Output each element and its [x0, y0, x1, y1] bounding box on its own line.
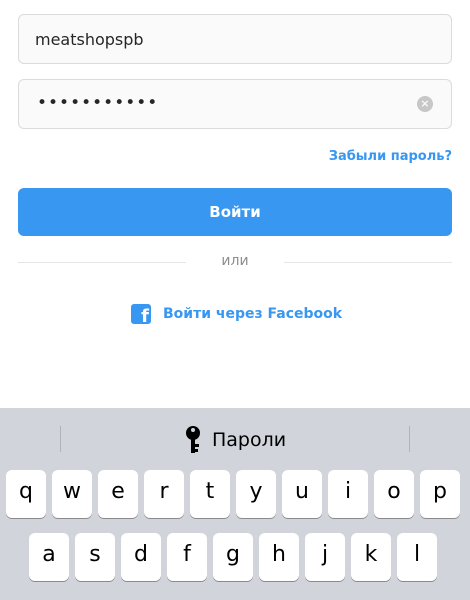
key-h[interactable]: h: [259, 533, 299, 581]
key-p[interactable]: p: [420, 470, 460, 518]
clear-icon[interactable]: ×: [417, 96, 433, 112]
divider-line-left: [18, 262, 186, 263]
key-d[interactable]: d: [121, 533, 161, 581]
login-button[interactable]: Войти: [18, 188, 452, 236]
username-field[interactable]: [18, 14, 452, 64]
facebook-login-button[interactable]: f Войти через Facebook: [131, 303, 342, 325]
key-y[interactable]: y: [236, 470, 276, 518]
key-j[interactable]: j: [305, 533, 345, 581]
key-l[interactable]: l: [397, 533, 437, 581]
key-o[interactable]: o: [374, 470, 414, 518]
keyboard-suggestion-bar: Пароли: [0, 408, 470, 470]
key-t[interactable]: t: [190, 470, 230, 518]
suggestion-separator: [409, 426, 410, 452]
suggestion-separator: [60, 426, 61, 452]
key-icon: [186, 426, 200, 453]
keyboard: Пароли q w e r t y u i o p a s d f g h j…: [0, 408, 470, 600]
facebook-login-label: Войти через Facebook: [163, 306, 343, 322]
key-i[interactable]: i: [328, 470, 368, 518]
key-w[interactable]: w: [52, 470, 92, 518]
key-k[interactable]: k: [351, 533, 391, 581]
key-e[interactable]: e: [98, 470, 138, 518]
key-q[interactable]: q: [6, 470, 46, 518]
facebook-icon: f: [131, 304, 151, 324]
key-f[interactable]: f: [167, 533, 207, 581]
password-input[interactable]: •••••••••••: [37, 93, 158, 113]
key-a[interactable]: a: [29, 533, 69, 581]
forgot-password-link[interactable]: Забыли пароль?: [329, 149, 452, 164]
key-r[interactable]: r: [144, 470, 184, 518]
divider-line-right: [284, 262, 452, 263]
password-field[interactable]: ••••••••••• ×: [18, 79, 452, 129]
key-u[interactable]: u: [282, 470, 322, 518]
divider-text: или: [221, 253, 249, 269]
key-s[interactable]: s: [75, 533, 115, 581]
key-g[interactable]: g: [213, 533, 253, 581]
username-input[interactable]: [35, 15, 415, 63]
passwords-label: Пароли: [212, 429, 287, 451]
passwords-suggestion[interactable]: Пароли: [182, 425, 286, 455]
